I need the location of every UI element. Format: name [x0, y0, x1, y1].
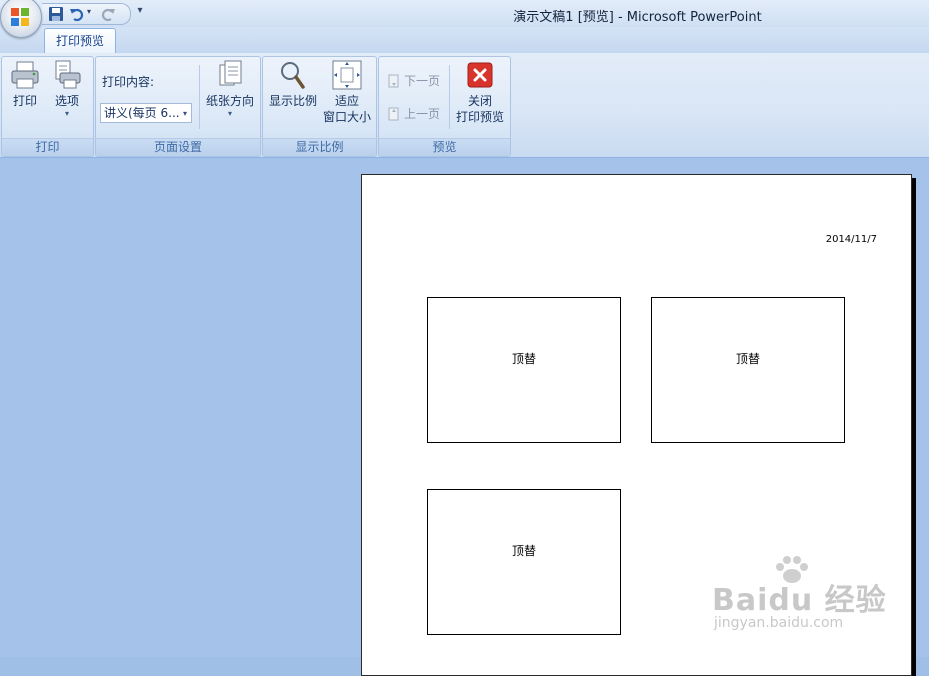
options-button[interactable]: 选项 ▾ — [49, 59, 85, 119]
slide-thumbnail-3: 顶替 — [427, 489, 621, 635]
next-page-label: 下一页 — [404, 74, 441, 88]
close-button-label-line1: 关闭 — [467, 94, 492, 108]
ribbon: 打印 选项 ▾ 打印 打印内容: 讲义(每页 6... ▾ 纸张方向 ▾ 页面设… — [0, 53, 929, 158]
zoom-group-label: 显示比例 — [263, 138, 376, 156]
print-content-value: 讲义(每页 6... — [104, 106, 180, 120]
zoom-group: 显示比例 适应 窗口大小 显示比例 — [262, 56, 377, 157]
slide-title: 顶替 — [511, 544, 536, 558]
page-setup-group: 打印内容: 讲义(每页 6... ▾ 纸张方向 ▾ 页面设置 — [95, 56, 261, 157]
print-content-select[interactable]: 讲义(每页 6... ▾ — [100, 103, 192, 123]
print-button[interactable]: 打印 — [8, 59, 42, 109]
printer-icon — [11, 61, 39, 89]
print-group-label: 打印 — [2, 138, 93, 156]
print-group: 打印 选项 ▾ 打印 — [1, 56, 94, 157]
ribbon-tab-row: 打印预览 — [0, 27, 929, 54]
orientation-button[interactable]: 纸张方向 ▾ — [203, 59, 257, 119]
separator — [199, 65, 200, 129]
page-date: 2014/11/7 — [825, 234, 877, 245]
previous-page-button[interactable]: 上一页 — [387, 104, 440, 124]
preview-group: 下一页 上一页 关闭 打印预览 预览 — [378, 56, 511, 157]
close-icon — [467, 62, 493, 88]
print-options-icon — [55, 60, 81, 89]
page-orientation-icon — [219, 60, 242, 86]
magnifier-icon — [281, 62, 305, 89]
orientation-button-label: 纸张方向 — [205, 94, 254, 108]
title-bar: ▾ ▾ 演示文稿1 [预览] - Microsoft PowerPoint — [0, 0, 929, 38]
next-page-button[interactable]: 下一页 — [387, 71, 440, 91]
slide-thumbnail-1: 顶替 — [427, 297, 621, 443]
close-print-preview-button[interactable]: 关闭 打印预览 — [453, 59, 507, 125]
office-logo-icon — [11, 8, 29, 26]
options-button-label: 选项 — [54, 94, 79, 108]
tab-print-preview[interactable]: 打印预览 — [44, 28, 116, 54]
fit-button-label-line2: 窗口大小 — [322, 110, 371, 124]
window-title: 演示文稿1 [预览] - Microsoft PowerPoint — [513, 10, 762, 25]
chevron-down-icon: ▾ — [182, 109, 187, 118]
separator — [449, 65, 450, 129]
fit-to-window-button[interactable]: 适应 窗口大小 — [320, 59, 374, 125]
print-button-label: 打印 — [12, 94, 37, 108]
preview-workspace[interactable]: 2014/11/7 顶替 顶替 顶替 — [0, 158, 929, 676]
fit-button-label-line1: 适应 — [334, 94, 359, 108]
chevron-down-icon: ▾ — [64, 109, 69, 118]
previous-page-label: 上一页 — [404, 107, 441, 121]
print-content-label: 打印内容: — [102, 75, 155, 89]
slide-thumbnail-2: 顶替 — [651, 297, 845, 443]
previous-page-icon — [388, 107, 399, 121]
zoom-button[interactable]: 显示比例 — [267, 59, 319, 109]
chevron-down-icon: ▾ — [227, 109, 232, 118]
fit-window-icon — [332, 60, 362, 90]
zoom-button-label: 显示比例 — [268, 94, 317, 108]
preview-group-label: 预览 — [379, 138, 510, 156]
slide-title: 顶替 — [735, 352, 760, 366]
page-setup-group-label: 页面设置 — [96, 138, 260, 156]
close-button-label-line2: 打印预览 — [455, 110, 504, 124]
next-page-icon — [388, 74, 399, 88]
slide-title: 顶替 — [511, 352, 536, 366]
preview-page[interactable]: 2014/11/7 顶替 顶替 顶替 — [361, 174, 912, 676]
